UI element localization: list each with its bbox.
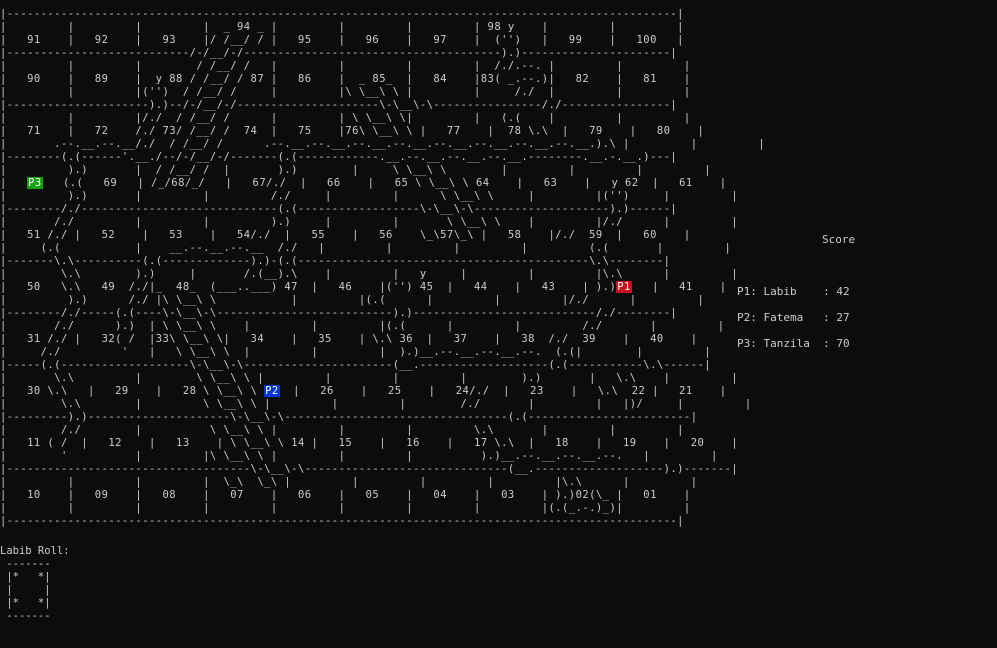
board-line: | 50 \.\ 49 /./|_ 48_ (___..___) 47 | 46… [0, 281, 727, 293]
board-line: | | |/./ / /__/ / | | \ \__\ \| | (.( | … [0, 112, 691, 124]
board-line: |--------(.(------'.__./--/-/__/-/------… [0, 151, 678, 163]
board-line: | 71 | 72 /./ 73/ /__/ / 74 | 75 |76\ \_… [0, 125, 705, 137]
board-line: | 90 | 89 | y 88 / /__/ / 87 | 86 | _ 85… [0, 73, 691, 85]
board-line: |--------/./-----(.(----\-\__\-\--------… [0, 307, 678, 319]
board-line: | /./ | \ \__\ \ | | | \.\ | | | [0, 424, 684, 436]
board-line: | | | / /__/ / | | | | /./.--. | | | [0, 60, 691, 72]
die-line: |* *| [0, 571, 51, 583]
board-line: |---------------------).)--/-/__/-/-----… [0, 99, 678, 111]
roll-label: Labib Roll: [0, 545, 70, 557]
die-line: |* *| [0, 597, 51, 609]
board-line: | /./ ' | \ \__\ \ | | | ).)__.--.__.--.… [0, 346, 712, 358]
board-line: | \.\ ).) | /.(__).\ | | y | | |\.\ | | [0, 268, 739, 280]
board-line: |---------).)---------------------\-\__\… [0, 411, 698, 423]
board-line: | 31 /./ | 32( / |33\ \__\ \| 34 | 35 | … [0, 333, 698, 345]
board-line: | \.\ | \ \__\ \ | | | | ).) | \.\ | | [0, 372, 739, 384]
board-line: | /./ ).) | \ \__\ \ | | |(.( | | /./ | … [0, 320, 725, 332]
board-line: | | | | | | | | |(.(_.-.)_)| | [0, 502, 691, 514]
player-token-p2: P2 [264, 385, 280, 397]
die-line: ------- [0, 610, 51, 622]
board-line: | ).) /./ |\ \__\ \ | |(.( | | |/./ | | [0, 294, 705, 306]
board-line: | | | | \_\ \_\ | | | | |\.\ | | [0, 476, 698, 488]
die-line: | | [0, 584, 51, 596]
board-line: | | | | _ 94 _ | | | | 98 y | | | [0, 21, 684, 33]
board-line: | P3 (.( 69 | /_/68/_/ | 67/./ | 66 | 65… [0, 177, 727, 189]
board-line: | ).) | / /__/ / | ).) | \ \__\ \ | | | … [0, 164, 712, 176]
board-line: | (.( | __.--.__.--.__ /./ | | | | (.( |… [0, 242, 732, 254]
board-line: | 11 ( / | 12 | 13 | \ \__\ \ 14 | 15 | … [0, 437, 739, 449]
board-line: | 91 | 92 | 93 |/ /__/ / | 95 | 96 | 97 … [0, 34, 684, 46]
board-line: |-----(.(-------------------\-\__\-\----… [0, 359, 712, 371]
board-line: |--------/./----------------------------… [0, 203, 678, 215]
board-line: |------------------------------------\-\… [0, 463, 739, 475]
board-line: |---------------------------/-/__/-/----… [0, 47, 678, 59]
board-line: | 30 \.\ | 29 | 28 \ \__\ \ P2 | 26 | 25… [0, 385, 727, 397]
board-line: | 10 | 09 | 08 | 07 | 06 | 05 | 04 | 03 … [0, 489, 691, 501]
score-row-p2: P2: Fatema : 27 [737, 311, 850, 324]
roll-panel: Labib Roll: ------- |* *| | | |* *| ----… [0, 545, 70, 623]
board-line: | 51 /./ | 52 | 53 | 54/./ | 55 | 56 \_\… [0, 229, 691, 241]
board-line: |---------------------------------------… [0, 8, 684, 20]
board-line: | ).) | | /./ | | \ \__\ \ | |('') | | [0, 190, 739, 202]
die-line: ------- [0, 558, 51, 570]
board-line: | .--.__.--.__/./ / /__/ / .--.__.--.__.… [0, 138, 766, 150]
score-title: Score [822, 233, 856, 246]
player-token-p3: P3 [27, 177, 43, 189]
snakes-ladders-board: |---------------------------------------… [0, 8, 765, 528]
board-line: | ' | |\ \__\ \ | | | ).)__.--.__.--.__.… [0, 450, 718, 462]
board-line: |---------------------------------------… [0, 515, 684, 527]
score-row-p3: P3: Tanzila : 70 [737, 337, 850, 350]
board-line: | /./ | | ).) | | \ \__\ \ | |/./ | | [0, 216, 739, 228]
board-line: |-------\.\----------(.(-------------).)… [0, 255, 671, 267]
board-line: | | |('') / /__/ / | |\ \__\ \ | | /./ |… [0, 86, 691, 98]
score-row-p1: P1: Labib : 42 [737, 285, 850, 298]
board-line: | \.\ | \ \__\ \ | | | /./ | | |)/ | | [0, 398, 752, 410]
player-token-p1: P1 [616, 281, 632, 293]
